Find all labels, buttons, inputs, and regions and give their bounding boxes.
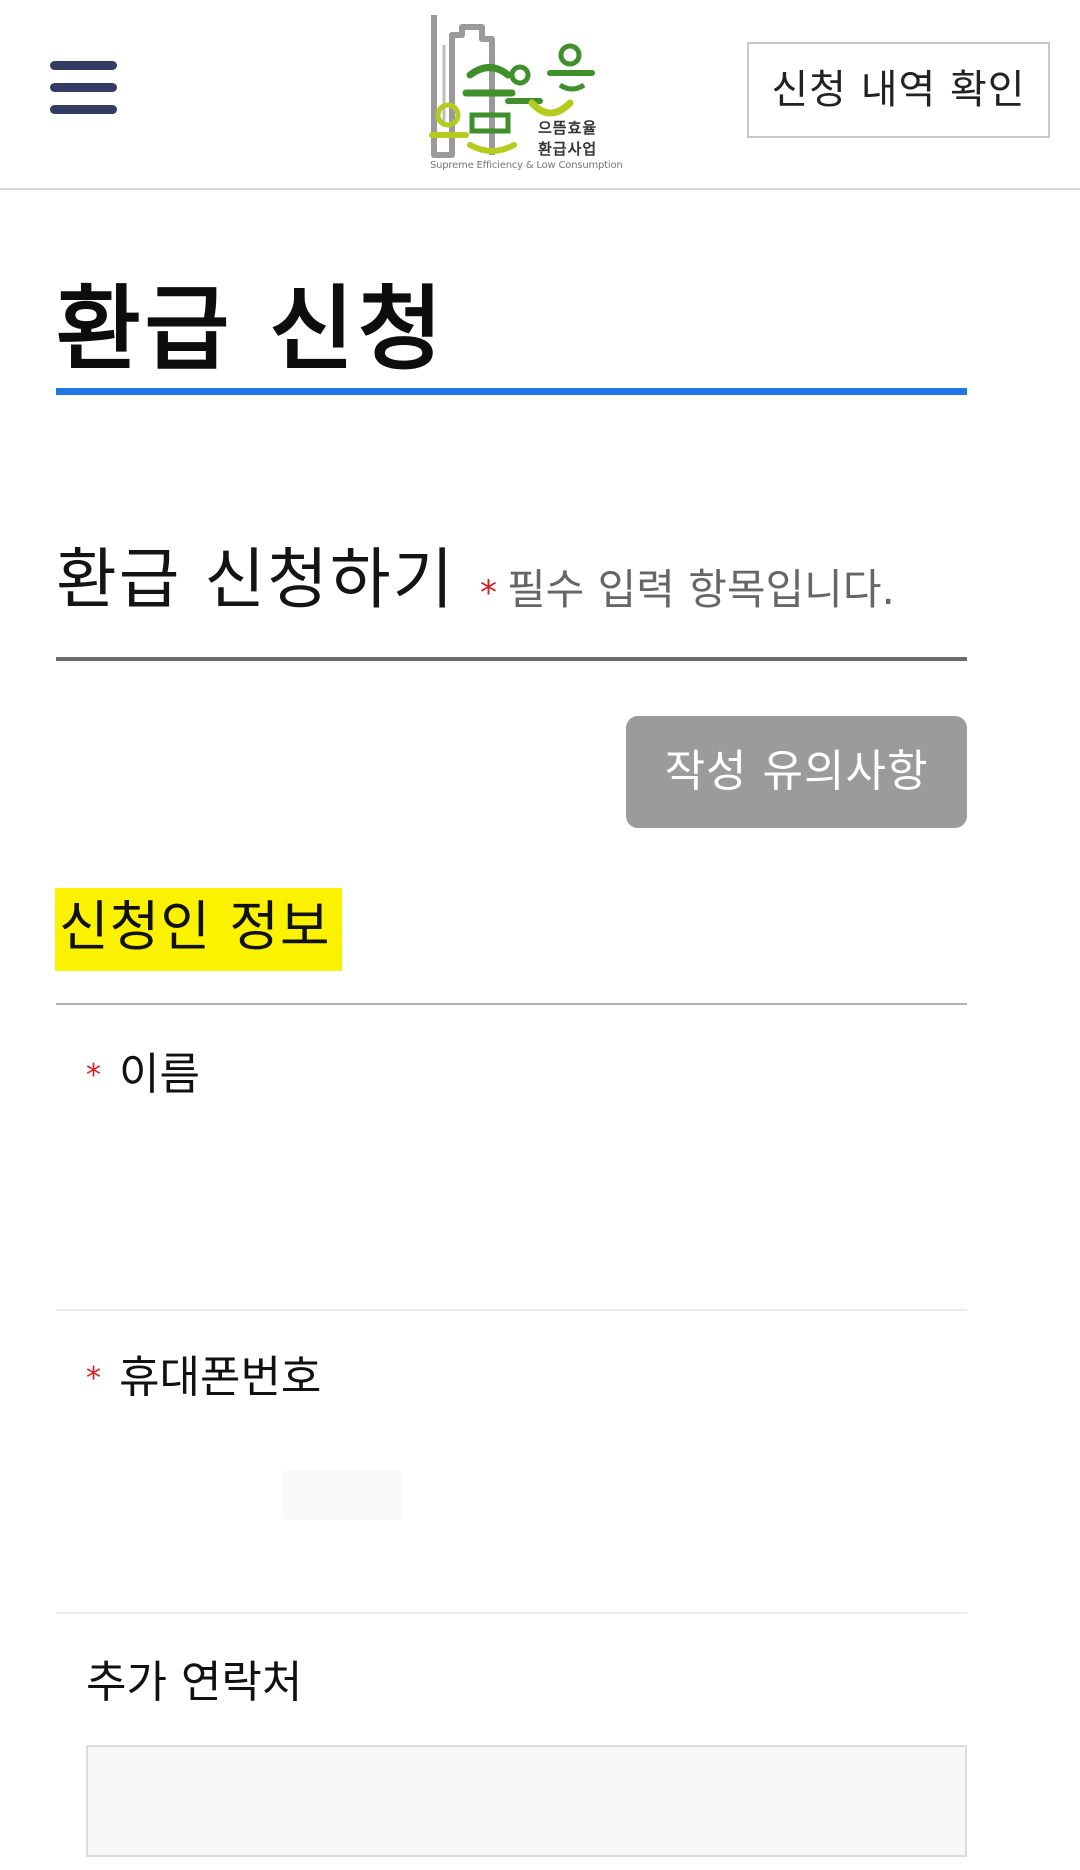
logo-name-line1: 으뜸효율 [538,119,598,137]
writing-guide-button[interactable]: 작성 유의사항 [626,716,967,828]
logo[interactable]: 으뜸효율 환급사업 Supreme Efficiency & Low Consu… [420,5,623,180]
phone-input-placeholder[interactable] [282,1470,402,1520]
hamburger-menu-icon[interactable] [50,58,117,118]
row-divider [56,1612,967,1614]
logo-name-line2: 환급사업 [538,140,598,158]
applicant-info-heading: 신청인 정보 [55,888,342,971]
required-star-icon: * [480,573,497,613]
extra-contact-label: 추가 연락처 [86,1657,303,1708]
extra-contact-input[interactable] [86,1745,967,1857]
logo-tagline: Supreme Efficiency & Low Consumption [430,160,623,171]
name-label-text: 이름 [119,1049,200,1100]
check-history-button[interactable]: 신청 내역 확인 [747,42,1050,138]
name-field-label: * 이름 [86,1047,200,1104]
required-note: * 필수 입력 항목입니다. [480,562,895,621]
page-title: 환급 신청 [56,276,447,383]
required-star-icon: * [86,1361,101,1396]
required-note-text: 필수 입력 항목입니다. [507,565,895,614]
title-underline [56,388,967,395]
phone-field-label: * 휴대폰번호 [86,1350,321,1407]
row-divider [56,1309,967,1311]
phone-label-text: 휴대폰번호 [119,1352,322,1403]
section-divider [56,657,967,661]
applicant-divider [56,1003,967,1005]
refund-application-page: 으뜸효율 환급사업 Supreme Efficiency & Low Consu… [0,0,1080,1870]
required-star-icon: * [86,1058,101,1093]
section-title: 환급 신청하기 [56,541,456,618]
header: 으뜸효율 환급사업 Supreme Efficiency & Low Consu… [0,0,1080,190]
